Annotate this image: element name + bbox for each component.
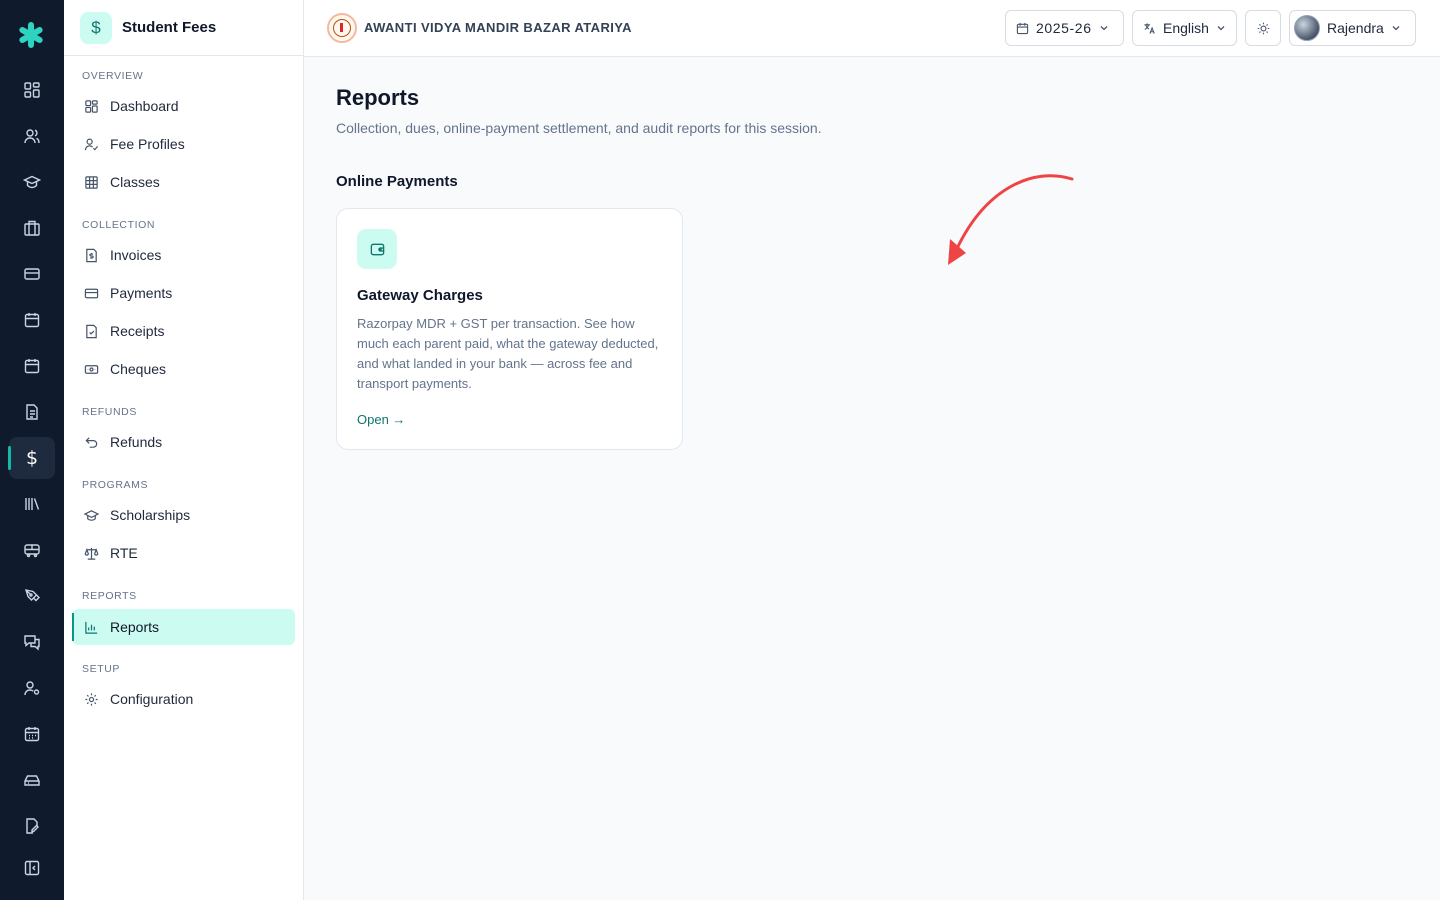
sidebar-item-label: Invoices xyxy=(110,247,162,263)
bar-chart-icon xyxy=(85,621,98,634)
rail-library-icon[interactable] xyxy=(9,483,55,525)
app-rail: $ xyxy=(0,0,64,900)
language-selector[interactable]: English xyxy=(1132,10,1237,46)
sidebar-item-classes[interactable]: Classes xyxy=(72,164,295,200)
sidebar-item-refunds[interactable]: Refunds xyxy=(72,424,295,460)
sidebar-item-payments[interactable]: Payments xyxy=(72,275,295,311)
user-name: Rajendra xyxy=(1327,20,1384,36)
session-value: 2025-26 xyxy=(1036,20,1092,36)
sidebar-item-cheques[interactable]: Cheques xyxy=(72,351,295,387)
sidebar-item-label: Dashboard xyxy=(110,98,179,114)
calendar-icon xyxy=(1016,22,1029,34)
rail-graduation-icon[interactable] xyxy=(9,161,55,203)
rail-card-icon[interactable] xyxy=(9,253,55,295)
sidebar-item-label: Fee Profiles xyxy=(110,136,185,152)
rail-document-icon[interactable] xyxy=(9,391,55,433)
user-check-icon xyxy=(84,138,99,151)
sidebar-item-label: Reports xyxy=(110,619,160,635)
rail-calendar-alt-icon[interactable] xyxy=(9,345,55,387)
chevron-down-icon xyxy=(1217,26,1225,31)
main-content: Reports Collection, dues, online-payment… xyxy=(304,57,1440,900)
sidebar-item-label: Configuration xyxy=(110,691,194,707)
gear-icon xyxy=(85,692,98,706)
sidebar-item-label: Cheques xyxy=(110,361,167,377)
user-menu-button[interactable]: Rajendra xyxy=(1289,10,1416,46)
scale-icon xyxy=(84,547,99,560)
sidebar-item-rte[interactable]: RTE xyxy=(72,535,295,571)
theme-toggle-button[interactable] xyxy=(1245,10,1281,46)
school-name: AWANTI VIDYA MANDIR BAZAR ATARIYA xyxy=(364,20,632,35)
language-value: English xyxy=(1163,20,1209,36)
graduation-cap-icon xyxy=(84,509,99,521)
section-setup: SETUP xyxy=(82,663,121,675)
chevron-down-icon xyxy=(1392,26,1400,31)
rail-dashboard-icon[interactable] xyxy=(9,69,55,111)
avatar xyxy=(1294,15,1320,41)
sidebar-item-label: Payments xyxy=(110,285,173,301)
sidebar-item-label: Classes xyxy=(110,174,160,190)
dashboard-icon xyxy=(85,99,98,113)
wallet-icon xyxy=(357,229,397,269)
fees-dollar-icon: $ xyxy=(80,11,112,44)
session-selector[interactable]: 2025-26 xyxy=(1005,10,1124,46)
sidebar-item-label: RTE xyxy=(110,545,138,561)
sidebar-item-receipts[interactable]: Receipts xyxy=(72,313,295,349)
rail-users-icon[interactable] xyxy=(9,115,55,157)
app-logo-icon[interactable] xyxy=(16,20,46,50)
rail-building-icon[interactable] xyxy=(9,207,55,249)
receipt-icon xyxy=(86,324,97,338)
sidebar-item-dashboard[interactable]: Dashboard xyxy=(72,88,295,124)
credit-card-icon xyxy=(84,288,99,298)
sidebar-item-invoices[interactable]: Invoices xyxy=(72,237,295,273)
card-open-link[interactable]: Open → xyxy=(357,412,405,427)
sidebar-item-configuration[interactable]: Configuration xyxy=(72,681,295,717)
section-overview: OVERVIEW xyxy=(82,70,144,82)
cheque-icon xyxy=(84,364,99,374)
sidebar-item-fee-profiles[interactable]: Fee Profiles xyxy=(72,126,295,162)
sidebar-item-label: Refunds xyxy=(110,434,163,450)
chevron-down-icon xyxy=(1100,26,1108,31)
sidebar-item-label: Scholarships xyxy=(110,507,191,523)
section-title-online-payments: Online Payments xyxy=(336,173,458,190)
module-title: Student Fees xyxy=(122,19,217,36)
rail-fees-dollar-icon[interactable]: $ xyxy=(8,437,55,479)
grid-icon xyxy=(85,175,98,189)
rail-edit-doc-icon[interactable] xyxy=(9,805,55,847)
rail-collapse-icon[interactable] xyxy=(9,847,55,889)
top-bar: AWANTI VIDYA MANDIR BAZAR ATARIYA 2025-2… xyxy=(304,0,1440,57)
module-sidebar: $ Student Fees OVERVIEW Dashboard Fee Pr… xyxy=(64,0,304,900)
section-refunds: REFUNDS xyxy=(82,406,137,418)
page-subtitle: Collection, dues, online-payment settlem… xyxy=(336,120,822,136)
sun-icon xyxy=(1257,22,1269,34)
card-title: Gateway Charges xyxy=(357,287,483,304)
rail-user-settings-icon[interactable] xyxy=(9,667,55,709)
rail-messages-icon[interactable] xyxy=(9,621,55,663)
page-title: Reports xyxy=(336,85,420,110)
card-description: Razorpay MDR + GST per transaction. See … xyxy=(357,316,659,391)
sidebar-header: $ Student Fees xyxy=(64,0,303,56)
undo-icon xyxy=(85,436,98,448)
section-collection: COLLECTION xyxy=(82,219,156,231)
school-logo xyxy=(327,13,357,43)
rail-storage-icon[interactable] xyxy=(9,759,55,801)
report-card-gateway-charges[interactable]: Gateway Charges Razorpay MDR + GST per t… xyxy=(336,208,683,450)
invoice-icon xyxy=(86,248,97,262)
annotation-arrow xyxy=(948,174,1074,265)
sidebar-item-label: Receipts xyxy=(110,323,165,339)
sidebar-item-reports[interactable]: Reports xyxy=(72,609,295,645)
rail-pen-icon[interactable] xyxy=(9,575,55,617)
section-programs: PROGRAMS xyxy=(82,479,149,491)
section-reports: REPORTS xyxy=(82,590,137,602)
rail-schedule-icon[interactable] xyxy=(9,713,55,755)
rail-calendar-icon[interactable] xyxy=(9,299,55,341)
rail-bus-icon[interactable] xyxy=(9,529,55,571)
translate-icon xyxy=(1144,22,1155,34)
sidebar-item-scholarships[interactable]: Scholarships xyxy=(72,497,295,533)
